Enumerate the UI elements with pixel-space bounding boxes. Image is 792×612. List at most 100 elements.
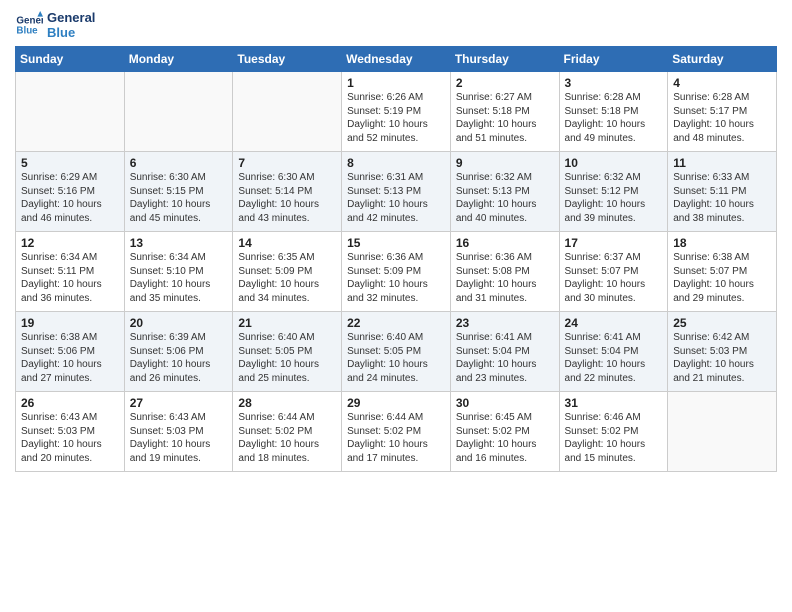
logo-text: General Blue — [47, 10, 95, 40]
day-number: 26 — [21, 396, 119, 410]
day-number: 25 — [673, 316, 771, 330]
logo-icon: General Blue — [15, 11, 43, 39]
day-number: 28 — [238, 396, 336, 410]
day-content: Sunrise: 6:27 AM Sunset: 5:18 PM Dayligh… — [456, 91, 554, 145]
day-number: 23 — [456, 316, 554, 330]
calendar-cell: 19Sunrise: 6:38 AM Sunset: 5:06 PM Dayli… — [16, 312, 125, 392]
weekday-header-tuesday: Tuesday — [233, 47, 342, 72]
day-content: Sunrise: 6:30 AM Sunset: 5:14 PM Dayligh… — [238, 171, 336, 225]
day-content: Sunrise: 6:44 AM Sunset: 5:02 PM Dayligh… — [347, 411, 445, 465]
day-content: Sunrise: 6:41 AM Sunset: 5:04 PM Dayligh… — [456, 331, 554, 385]
week-row-5: 26 Sunrise: 6:43 AM Sunset: 5:03 PM Dayli… — [16, 392, 777, 472]
weekday-header-thursday: Thursday — [450, 47, 559, 72]
calendar-cell: 24Sunrise: 6:41 AM Sunset: 5:04 PM Dayli… — [559, 312, 668, 392]
day-content: Sunrise: 6:45 AM Sunset: 5:02 PM Dayligh… — [456, 411, 554, 465]
calendar-cell: 18Sunrise: 6:38 AM Sunset: 5:07 PM Dayli… — [668, 232, 777, 312]
calendar-cell: 10Sunrise: 6:32 AM Sunset: 5:12 PM Dayli… — [559, 152, 668, 232]
calendar-cell: 1Sunrise: 6:26 AM Sunset: 5:19 PM Daylig… — [342, 72, 451, 152]
day-number: 14 — [238, 236, 336, 250]
logo: General Blue General Blue — [15, 10, 95, 40]
day-content: Sunrise: 6:28 AM Sunset: 5:17 PM Dayligh… — [673, 91, 771, 145]
day-content: Sunrise: 6:40 AM Sunset: 5:05 PM Dayligh… — [238, 331, 336, 385]
calendar-table: SundayMondayTuesdayWednesdayThursdayFrid… — [15, 46, 777, 472]
day-content: Sunrise: 6:32 AM Sunset: 5:13 PM Dayligh… — [456, 171, 554, 225]
day-number: 2 — [456, 76, 554, 90]
calendar-cell: 14Sunrise: 6:35 AM Sunset: 5:09 PM Dayli… — [233, 232, 342, 312]
day-number: 15 — [347, 236, 445, 250]
calendar-cell — [233, 72, 342, 152]
day-number: 27 — [130, 396, 228, 410]
day-content: Sunrise: 6:41 AM Sunset: 5:04 PM Dayligh… — [565, 331, 663, 385]
calendar-cell: 3Sunrise: 6:28 AM Sunset: 5:18 PM Daylig… — [559, 72, 668, 152]
day-number: 7 — [238, 156, 336, 170]
day-number: 22 — [347, 316, 445, 330]
day-number: 6 — [130, 156, 228, 170]
day-number: 24 — [565, 316, 663, 330]
weekday-header-friday: Friday — [559, 47, 668, 72]
calendar-cell: 12Sunrise: 6:34 AM Sunset: 5:11 PM Dayli… — [16, 232, 125, 312]
week-row-1: 1Sunrise: 6:26 AM Sunset: 5:19 PM Daylig… — [16, 72, 777, 152]
day-content: Sunrise: 6:38 AM Sunset: 5:07 PM Dayligh… — [673, 251, 771, 305]
calendar-cell: 2Sunrise: 6:27 AM Sunset: 5:18 PM Daylig… — [450, 72, 559, 152]
week-row-4: 19Sunrise: 6:38 AM Sunset: 5:06 PM Dayli… — [16, 312, 777, 392]
calendar-cell: 5Sunrise: 6:29 AM Sunset: 5:16 PM Daylig… — [16, 152, 125, 232]
day-number: 16 — [456, 236, 554, 250]
calendar-cell: 6Sunrise: 6:30 AM Sunset: 5:15 PM Daylig… — [124, 152, 233, 232]
day-number: 5 — [21, 156, 119, 170]
calendar-cell: 15Sunrise: 6:36 AM Sunset: 5:09 PM Dayli… — [342, 232, 451, 312]
calendar-cell — [124, 72, 233, 152]
day-content: Sunrise: 6:31 AM Sunset: 5:13 PM Dayligh… — [347, 171, 445, 225]
calendar-cell: 17Sunrise: 6:37 AM Sunset: 5:07 PM Dayli… — [559, 232, 668, 312]
day-number: 18 — [673, 236, 771, 250]
calendar-cell: 8Sunrise: 6:31 AM Sunset: 5:13 PM Daylig… — [342, 152, 451, 232]
day-number: 12 — [21, 236, 119, 250]
calendar-cell: 26Sunrise: 6:43 AM Sunset: 5:03 PM Dayli… — [16, 392, 125, 472]
day-number: 31 — [565, 396, 663, 410]
weekday-header-wednesday: Wednesday — [342, 47, 451, 72]
day-number: 3 — [565, 76, 663, 90]
weekday-header-sunday: Sunday — [16, 47, 125, 72]
week-row-2: 5Sunrise: 6:29 AM Sunset: 5:16 PM Daylig… — [16, 152, 777, 232]
day-content: Sunrise: 6:26 AM Sunset: 5:19 PM Dayligh… — [347, 91, 445, 145]
day-content: Sunrise: 6:42 AM Sunset: 5:03 PM Dayligh… — [673, 331, 771, 385]
day-content: Sunrise: 6:46 AM Sunset: 5:02 PM Dayligh… — [565, 411, 663, 465]
day-content: Sunrise: 6:44 AM Sunset: 5:02 PM Dayligh… — [238, 411, 336, 465]
svg-text:Blue: Blue — [16, 25, 38, 36]
calendar-cell: 22Sunrise: 6:40 AM Sunset: 5:05 PM Dayli… — [342, 312, 451, 392]
calendar-cell: 20Sunrise: 6:39 AM Sunset: 5:06 PM Dayli… — [124, 312, 233, 392]
calendar-cell: 13Sunrise: 6:34 AM Sunset: 5:10 PM Dayli… — [124, 232, 233, 312]
day-content: Sunrise: 6:36 AM Sunset: 5:08 PM Dayligh… — [456, 251, 554, 305]
day-content: Sunrise: 6:34 AM Sunset: 5:11 PM Dayligh… — [21, 251, 119, 305]
day-number: 1 — [347, 76, 445, 90]
calendar-cell: 4Sunrise: 6:28 AM Sunset: 5:17 PM Daylig… — [668, 72, 777, 152]
day-content: Sunrise: 6:33 AM Sunset: 5:11 PM Dayligh… — [673, 171, 771, 225]
day-number: 19 — [21, 316, 119, 330]
calendar-cell: 27Sunrise: 6:43 AM Sunset: 5:03 PM Dayli… — [124, 392, 233, 472]
day-content: Sunrise: 6:34 AM Sunset: 5:10 PM Dayligh… — [130, 251, 228, 305]
calendar-cell: 9Sunrise: 6:32 AM Sunset: 5:13 PM Daylig… — [450, 152, 559, 232]
calendar-cell — [668, 392, 777, 472]
day-number: 13 — [130, 236, 228, 250]
day-number: 4 — [673, 76, 771, 90]
calendar-cell: 31Sunrise: 6:46 AM Sunset: 5:02 PM Dayli… — [559, 392, 668, 472]
header: General Blue General Blue — [15, 10, 777, 40]
day-number: 30 — [456, 396, 554, 410]
day-number: 11 — [673, 156, 771, 170]
day-content: Sunrise: 6:40 AM Sunset: 5:05 PM Dayligh… — [347, 331, 445, 385]
day-content: Sunrise: 6:32 AM Sunset: 5:12 PM Dayligh… — [565, 171, 663, 225]
day-content: Sunrise: 6:36 AM Sunset: 5:09 PM Dayligh… — [347, 251, 445, 305]
calendar-cell: 21Sunrise: 6:40 AM Sunset: 5:05 PM Dayli… — [233, 312, 342, 392]
weekday-header-row: SundayMondayTuesdayWednesdayThursdayFrid… — [16, 47, 777, 72]
day-content: Sunrise: 6:43 AM Sunset: 5:03 PM Dayligh… — [130, 411, 228, 465]
day-content: Sunrise: 6:28 AM Sunset: 5:18 PM Dayligh… — [565, 91, 663, 145]
day-number: 10 — [565, 156, 663, 170]
day-number: 9 — [456, 156, 554, 170]
calendar-cell: 16Sunrise: 6:36 AM Sunset: 5:08 PM Dayli… — [450, 232, 559, 312]
calendar-cell: 30Sunrise: 6:45 AM Sunset: 5:02 PM Dayli… — [450, 392, 559, 472]
calendar-cell: 28Sunrise: 6:44 AM Sunset: 5:02 PM Dayli… — [233, 392, 342, 472]
day-content: Sunrise: 6:35 AM Sunset: 5:09 PM Dayligh… — [238, 251, 336, 305]
day-content: Sunrise: 6:29 AM Sunset: 5:16 PM Dayligh… — [21, 171, 119, 225]
calendar-cell — [16, 72, 125, 152]
day-number: 17 — [565, 236, 663, 250]
weekday-header-saturday: Saturday — [668, 47, 777, 72]
